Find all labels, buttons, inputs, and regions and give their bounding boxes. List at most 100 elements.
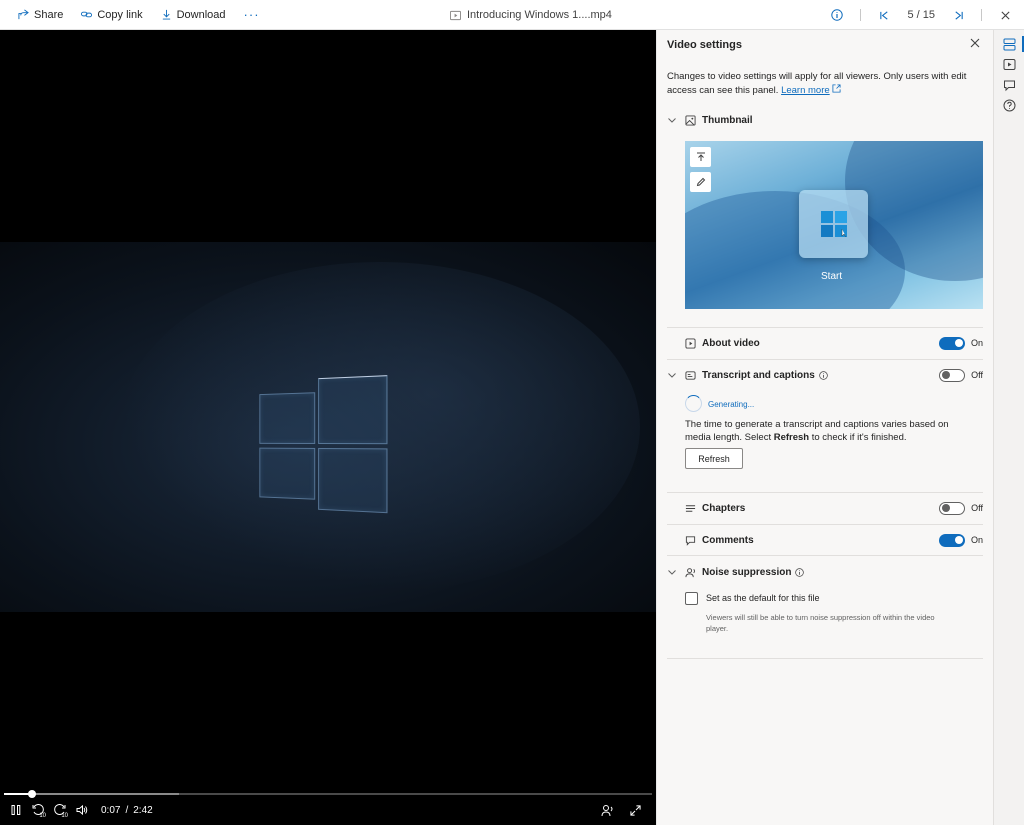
skip-to-start-icon <box>880 10 888 20</box>
image-icon <box>685 114 696 126</box>
logo-pane <box>318 375 388 445</box>
info-icon <box>831 9 844 21</box>
refresh-button[interactable]: Refresh <box>685 448 743 469</box>
thumbnail-start-text: Start <box>821 271 843 282</box>
copy-link-button[interactable]: Copy link <box>81 8 143 21</box>
section-divider <box>667 327 983 328</box>
chevron-down-icon[interactable] <box>667 567 677 577</box>
transcript-label: Transcript and captions <box>702 369 815 381</box>
share-button[interactable]: Share <box>18 9 63 21</box>
chapters-row: Chapters Off <box>667 498 983 518</box>
section-divider <box>667 524 983 525</box>
about-video-state: On <box>970 338 983 348</box>
upload-thumbnail-button[interactable] <box>690 147 711 167</box>
panel-title: Video settings <box>667 39 742 51</box>
thumbnail-header[interactable]: Thumbnail <box>667 110 983 130</box>
close-viewer-button[interactable] <box>994 4 1016 26</box>
more-options-button[interactable]: ··· <box>244 7 260 22</box>
close-icon <box>1000 10 1010 20</box>
transcript-description: The time to generate a transcript and ca… <box>685 419 975 444</box>
pause-icon <box>11 805 21 815</box>
generating-status: Generating... <box>708 400 755 409</box>
video-player[interactable]: 10 10 0:07 / 2:42 <box>0 30 656 825</box>
copy-link-label: Copy link <box>97 8 143 21</box>
comment-icon[interactable] <box>1003 79 1016 92</box>
captions-icon <box>685 370 696 380</box>
divider <box>860 9 862 21</box>
noise-default-checkbox[interactable] <box>685 592 698 605</box>
transcript-toggle[interactable] <box>939 368 966 382</box>
transcript-desc-after: to check if it's finished. <box>809 431 907 443</box>
transcript-row: Transcript and captions Off <box>667 365 983 385</box>
toggle-knob <box>942 504 951 512</box>
about-video-label: About video <box>702 337 760 349</box>
noise-suppression-row: Noise suppression <box>667 562 983 582</box>
comments-toggle-wrap: On <box>938 533 983 547</box>
toolbar-right: 5 / 15 <box>826 0 1024 30</box>
download-icon <box>162 9 170 20</box>
about-video-row: About video On <box>667 333 983 353</box>
edit-thumbnail-button[interactable] <box>690 172 711 192</box>
help-icon[interactable] <box>1003 99 1016 112</box>
video-file-icon <box>450 10 461 20</box>
panel-description: Changes to video settings will apply for… <box>667 71 985 97</box>
toggle-knob <box>954 536 963 544</box>
chevron-down-icon[interactable] <box>667 370 677 380</box>
comments-state: On <box>970 535 983 545</box>
video-settings-panel: Video settings Changes to video settings… <box>656 30 993 825</box>
current-time: 0:07 <box>101 804 121 816</box>
file-name: Introducing Windows 1....mp4 <box>467 9 612 21</box>
about-video-toggle[interactable] <box>938 336 965 350</box>
info-icon[interactable] <box>795 567 805 577</box>
learn-more-link[interactable]: Learn more <box>781 85 830 96</box>
section-divider <box>667 359 983 360</box>
info-icon[interactable] <box>819 370 828 380</box>
noise-suppression-label: Noise suppression <box>702 566 792 578</box>
comment-icon <box>685 535 696 546</box>
fullscreen-button[interactable] <box>624 799 646 821</box>
last-item-button[interactable] <box>947 4 969 26</box>
transcript-toggle-wrap: Off <box>939 368 983 382</box>
volume-button[interactable] <box>71 799 93 821</box>
noise-default-hint: Viewers will still be able to turn noise… <box>706 613 935 633</box>
duration: 2:42 <box>133 804 153 816</box>
share-icon <box>18 9 29 20</box>
video-settings-icon[interactable] <box>1003 38 1016 51</box>
skip-back-button[interactable]: 10 <box>27 799 49 821</box>
play-box-icon[interactable] <box>1003 58 1016 71</box>
about-video-toggle-wrap: On <box>938 336 983 350</box>
skip-forward-seconds: 10 <box>61 813 68 819</box>
skip-to-end-icon <box>954 10 963 20</box>
right-rail <box>993 30 1024 825</box>
close-panel-button[interactable] <box>969 37 983 51</box>
list-icon <box>685 504 696 512</box>
thumbnail-start-tile <box>799 190 868 258</box>
chapters-toggle-wrap: Off <box>939 501 983 515</box>
comments-toggle[interactable] <box>938 533 965 547</box>
external-link-icon <box>832 83 841 93</box>
thumbnail-preview: Start <box>685 141 983 309</box>
skip-forward-button[interactable]: 10 <box>49 799 71 821</box>
noise-default-label: Set as the default for this file <box>706 593 820 603</box>
info-button[interactable] <box>826 4 848 26</box>
play-box-icon <box>685 337 696 349</box>
time-separator: / <box>125 804 129 816</box>
transcript-desc-bold: Refresh <box>773 431 810 443</box>
chevron-down-icon[interactable] <box>667 115 677 125</box>
thumbnail-label: Thumbnail <box>702 114 753 126</box>
upload-icon <box>696 152 705 161</box>
share-label: Share <box>34 8 64 21</box>
close-icon <box>970 38 980 48</box>
pause-button[interactable] <box>5 799 27 821</box>
pager-count: 5 / 15 <box>907 9 935 21</box>
toggle-knob <box>942 371 951 379</box>
download-button[interactable]: Download <box>161 9 226 21</box>
toggle-knob <box>954 339 963 347</box>
player-controls-right <box>596 799 646 821</box>
player-controls: 10 10 0:07 / 2:42 <box>0 795 656 825</box>
thumbnail-section: Thumbnail <box>667 110 983 130</box>
first-item-button[interactable] <box>873 4 895 26</box>
noise-suppression-button[interactable] <box>596 799 618 821</box>
download-label: Download <box>176 8 226 21</box>
chapters-toggle[interactable] <box>939 501 966 515</box>
